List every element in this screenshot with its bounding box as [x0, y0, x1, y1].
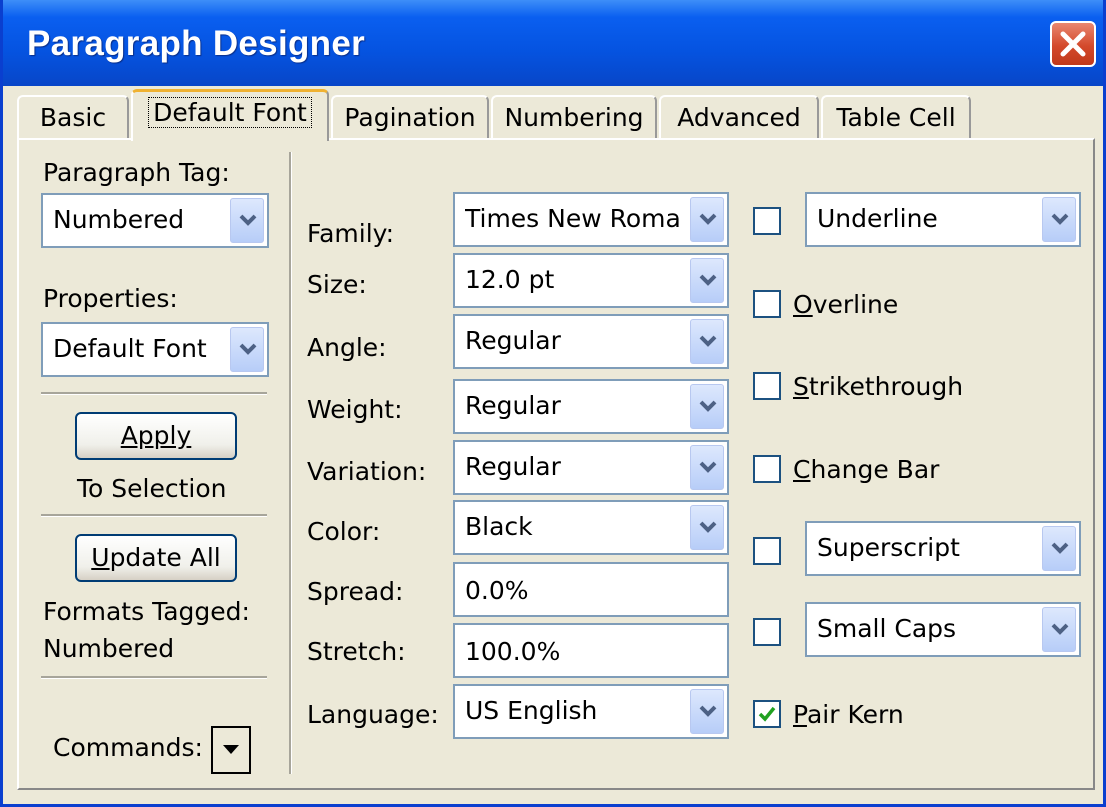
underline-checkbox[interactable] — [753, 207, 781, 235]
change-bar-checkbox[interactable] — [753, 455, 781, 483]
paragraph-tag-value: Numbered — [53, 205, 185, 234]
title-bar[interactable]: Paragraph Designer — [3, 0, 1103, 86]
properties-select[interactable]: Default Font — [41, 322, 269, 377]
checkmark-icon — [758, 706, 776, 722]
update-all-button[interactable]: Update All — [75, 534, 237, 582]
triangle-down-icon — [223, 745, 239, 754]
to-selection-label: To Selection — [77, 474, 227, 503]
chevron-down-icon[interactable] — [690, 258, 724, 303]
tab-default-font[interactable]: Default Font — [131, 89, 329, 141]
properties-value: Default Font — [53, 334, 207, 363]
weight-label: Weight: — [307, 395, 403, 424]
tab-advanced[interactable]: Advanced — [659, 95, 819, 139]
chevron-down-icon[interactable] — [690, 689, 724, 734]
angle-value: Regular — [465, 326, 561, 355]
variation-value: Regular — [465, 452, 561, 481]
size-select[interactable]: 12.0 pt — [453, 253, 729, 308]
color-select[interactable]: Black — [453, 500, 729, 555]
superscript-checkbox[interactable] — [753, 537, 781, 565]
chevron-down-icon[interactable] — [1042, 197, 1076, 242]
variation-select[interactable]: Regular — [453, 440, 729, 495]
color-label: Color: — [307, 517, 381, 546]
tab-table-cell[interactable]: Table Cell — [821, 95, 971, 139]
window-title: Paragraph Designer — [27, 24, 366, 63]
chevron-down-icon[interactable] — [230, 327, 264, 372]
change-bar-label[interactable]: Change Bar — [793, 455, 939, 484]
tab-numbering[interactable]: Numbering — [491, 95, 657, 139]
commands-label: Commands: — [53, 733, 203, 762]
spread-label: Spread: — [307, 577, 404, 606]
formats-tagged-value: Numbered — [43, 634, 175, 663]
spread-input[interactable]: 0.0% — [453, 562, 729, 617]
family-select[interactable]: Times New Roma — [453, 192, 729, 247]
variation-label: Variation: — [307, 457, 427, 486]
strikethrough-label[interactable]: Strikethrough — [793, 372, 963, 401]
language-label: Language: — [307, 700, 439, 729]
paragraph-tag-select[interactable]: Numbered — [41, 193, 269, 248]
stretch-value: 100.0% — [465, 637, 561, 666]
tab-strip: Basic Default Font Pagination Numbering … — [13, 89, 1099, 141]
superscript-value: Superscript — [817, 533, 960, 562]
size-label: Size: — [307, 270, 367, 299]
weight-value: Regular — [465, 391, 561, 420]
color-value: Black — [465, 512, 533, 541]
apply-button[interactable]: Apply — [75, 412, 237, 460]
tab-default-font-label: Default Font — [148, 97, 312, 128]
family-label: Family: — [307, 219, 395, 248]
language-value: US English — [465, 696, 598, 725]
stretch-label: Stretch: — [307, 637, 406, 666]
update-all-button-label: Update All — [91, 543, 221, 572]
left-separator — [41, 514, 267, 517]
superscript-select[interactable]: Superscript — [805, 521, 1081, 576]
tab-basic[interactable]: Basic — [17, 95, 129, 139]
formats-tagged-label: Formats Tagged: — [43, 597, 250, 626]
paragraph-tag-label: Paragraph Tag: — [43, 158, 230, 187]
small-caps-checkbox[interactable] — [753, 618, 781, 646]
underline-select[interactable]: Underline — [805, 192, 1081, 247]
close-icon — [1060, 31, 1086, 57]
chevron-down-icon[interactable] — [690, 384, 724, 429]
apply-button-label: Apply — [120, 421, 192, 450]
pair-kern-checkbox[interactable] — [753, 700, 781, 728]
strikethrough-checkbox[interactable] — [753, 372, 781, 400]
chevron-down-icon[interactable] — [690, 445, 724, 490]
size-value: 12.0 pt — [465, 265, 555, 294]
chevron-down-icon[interactable] — [690, 505, 724, 550]
paragraph-designer-window: Paragraph Designer Basic Default Font Pa… — [0, 0, 1106, 807]
language-select[interactable]: US English — [453, 684, 729, 739]
left-separator — [41, 676, 267, 679]
chevron-down-icon[interactable] — [1042, 526, 1076, 571]
left-separator — [41, 392, 267, 395]
angle-label: Angle: — [307, 333, 387, 362]
small-caps-select[interactable]: Small Caps — [805, 602, 1081, 657]
weight-select[interactable]: Regular — [453, 379, 729, 434]
family-value: Times New Roma — [465, 204, 681, 233]
chevron-down-icon[interactable] — [690, 197, 724, 242]
underline-value: Underline — [817, 204, 938, 233]
stretch-input[interactable]: 100.0% — [453, 623, 729, 678]
chevron-down-icon[interactable] — [230, 198, 264, 243]
vertical-divider — [289, 152, 292, 774]
angle-select[interactable]: Regular — [453, 314, 729, 369]
overline-label[interactable]: Overline — [793, 290, 898, 319]
properties-label: Properties: — [43, 284, 178, 313]
pair-kern-label[interactable]: Pair Kern — [793, 700, 904, 729]
overline-checkbox[interactable] — [753, 290, 781, 318]
close-button[interactable] — [1050, 21, 1096, 67]
small-caps-value: Small Caps — [817, 614, 957, 643]
chevron-down-icon[interactable] — [690, 319, 724, 364]
chevron-down-icon[interactable] — [1042, 607, 1076, 652]
commands-menu-button[interactable] — [211, 726, 251, 774]
spread-value: 0.0% — [465, 576, 529, 605]
tab-pagination[interactable]: Pagination — [331, 95, 489, 139]
